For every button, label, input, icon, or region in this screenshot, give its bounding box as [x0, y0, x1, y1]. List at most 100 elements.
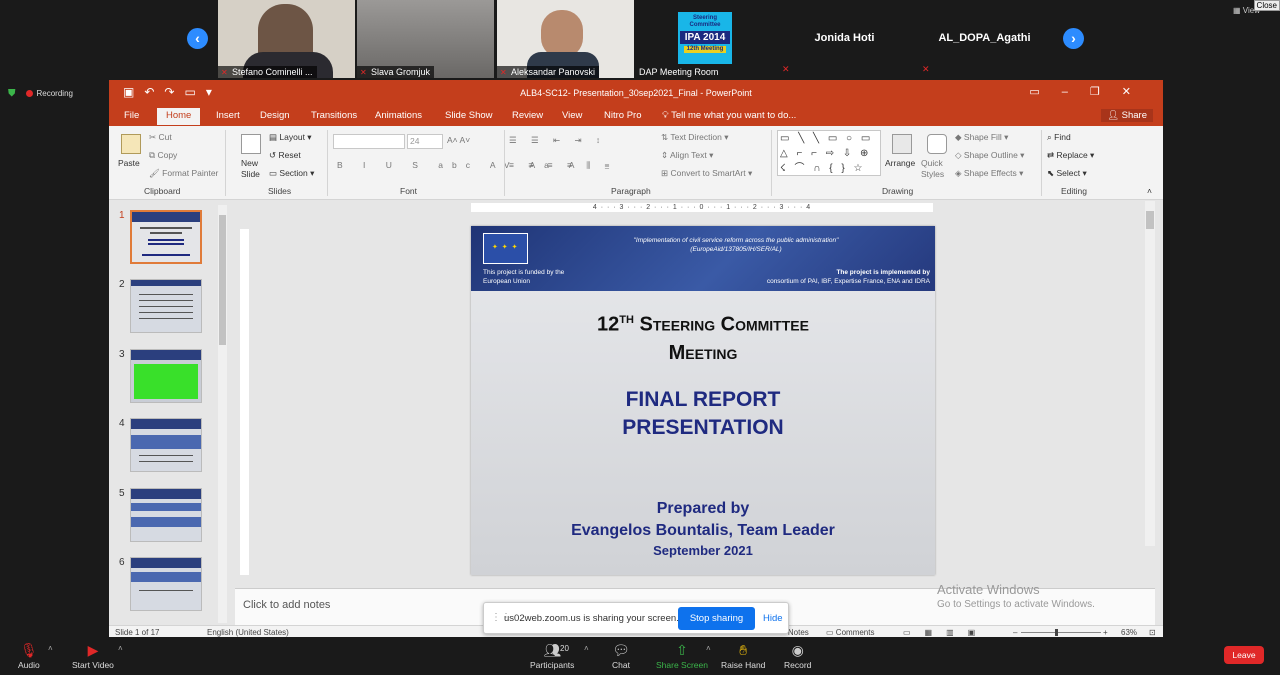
replace-button[interactable]: ⇄ Replace ▾ [1047, 150, 1094, 161]
reset-button[interactable]: ↺ Reset [269, 150, 301, 161]
paste-button[interactable]: Paste [118, 158, 140, 168]
button-label: Start Video [72, 660, 114, 670]
share-screen-button[interactable]: ⇧ Share Screen [656, 640, 708, 670]
tab-insert[interactable]: Insert [216, 110, 240, 121]
participant-name: AL_DOPA_Agathi [938, 32, 1031, 44]
layout-button[interactable]: ▤ Layout ▾ [269, 132, 312, 143]
share-button[interactable]: 👤︎ Share [1100, 109, 1153, 122]
tab-nitro-pro[interactable]: Nitro Pro [604, 110, 641, 121]
slide-title: 12TH Steering Committee Meeting [471, 306, 935, 367]
hide-banner-button[interactable]: Hide [763, 613, 783, 624]
close-button[interactable]: Close [1253, 0, 1280, 11]
minimize-icon[interactable]: – [1062, 86, 1090, 98]
zoom-level[interactable]: 63% [1121, 628, 1137, 637]
thumbnail-header [131, 280, 201, 286]
shape-fill-button[interactable]: ◆ Shape Fill ▾ [955, 132, 1008, 143]
raise-hand-button[interactable]: ✋︎ Raise Hand [721, 640, 765, 670]
zoom-in-icon[interactable]: + [1103, 628, 1108, 637]
start-video-button[interactable]: ▶︎ Start Video [72, 640, 114, 670]
convert-smartart-button[interactable]: ⊞ Convert to SmartArt ▾ [661, 168, 752, 179]
current-slide[interactable]: "Implementation of civil service reform … [471, 226, 935, 575]
font-size-field[interactable]: 24 [407, 134, 443, 149]
collapse-ribbon-icon[interactable]: ˄ [1147, 186, 1152, 196]
tab-design[interactable]: Design [260, 110, 290, 121]
record-icon: ◉ [791, 642, 804, 658]
slide-thumbnail[interactable] [130, 557, 202, 611]
find-button[interactable]: ⌕ Find [1047, 132, 1071, 143]
chevron-up-icon[interactable]: ˄ [48, 644, 53, 653]
restore-icon[interactable]: ❐ [1090, 86, 1122, 98]
chevron-up-icon[interactable]: ˄ [706, 644, 711, 653]
chat-button[interactable]: 💬︎ Chat [612, 640, 630, 670]
participant-tile[interactable]: Jonida Hoti ✕ [776, 0, 913, 78]
title-text: Meeting [668, 341, 738, 364]
tab-animations[interactable]: Animations [375, 110, 422, 121]
view-buttons[interactable]: ▭▦▥▣ [903, 628, 989, 637]
tab-view[interactable]: View [562, 110, 582, 121]
format-painter-button[interactable]: 🖌︎ Format Painter [149, 168, 218, 179]
ribbon-display-icon[interactable]: ▭ [1029, 86, 1061, 98]
title-suffix: TH [619, 314, 634, 326]
slide-thumbnail[interactable] [130, 279, 202, 333]
align-buttons[interactable]: ≡ ≡ ≡ ≡ ⫼ ≣ [509, 160, 616, 171]
select-button[interactable]: ⬉ Select ▾ [1047, 168, 1087, 179]
stop-sharing-button[interactable]: Stop sharing [678, 607, 755, 630]
powerpoint-window: ▣↶↷▭▾ ALB4-SC12- Presentation_30sep2021_… [109, 80, 1163, 637]
cut-button[interactable]: ✂ Cut [149, 132, 172, 143]
participant-tile[interactable]: ✕ Stefano Cominelli ... [218, 0, 355, 78]
arrange-button[interactable]: Arrange [885, 158, 915, 168]
group-separator [771, 130, 772, 196]
chevron-up-icon[interactable]: ˄ [584, 644, 589, 653]
subtitle-line: FINAL REPORT [625, 388, 781, 411]
align-text-button[interactable]: ⇕ Align Text ▾ [661, 150, 713, 161]
new-slide-button[interactable]: New Slide [241, 158, 267, 180]
zoom-slider-handle[interactable] [1055, 629, 1058, 636]
thumbnail-text [139, 461, 193, 462]
zoom-slider[interactable] [1021, 629, 1101, 636]
slide-thumbnail[interactable] [130, 418, 202, 472]
shape-outline-button[interactable]: ◇ Shape Outline ▾ [955, 150, 1024, 161]
text-direction-icon: ⇅ [661, 132, 669, 142]
shapes-gallery[interactable]: ▭ ╲ ╲ ▭ ○ ▭ △ ⌐ ⌐ ⇨ ⇩ ⊕ ☇ ⌒ ∩ { } ☆ [777, 130, 881, 176]
language-indicator[interactable]: English (United States) [207, 628, 289, 637]
audio-button[interactable]: 🎙︎ Audio [18, 640, 40, 670]
comments-toggle[interactable]: ▭ Comments [826, 628, 874, 637]
participant-tile[interactable]: ✕ Aleksandar Panovski [497, 0, 634, 78]
fit-slide-icon[interactable]: ⊡ [1149, 628, 1156, 637]
record-button[interactable]: ◉ Record [784, 640, 811, 670]
text-direction-button[interactable]: ⇅ Text Direction ▾ [661, 132, 728, 143]
tab-transitions[interactable]: Transitions [311, 110, 357, 121]
prev-page-icon[interactable]: ‹ [187, 28, 208, 49]
zoom-out-icon[interactable]: – [1013, 628, 1017, 637]
slide-thumbnail[interactable] [130, 210, 202, 264]
slide-thumbnail[interactable] [130, 488, 202, 542]
author-name: Evangelos Bountalis, Team Leader [571, 522, 835, 539]
tell-me-search[interactable]: 💡︎ Tell me what you want to do... [662, 110, 796, 121]
participant-tile[interactable]: ✕ Slava Gromjuk [357, 0, 494, 78]
participants-button[interactable]: 👥︎ 20 Participants [530, 640, 574, 670]
tab-home[interactable]: Home [157, 108, 201, 125]
chevron-up-icon[interactable]: ˄ [118, 644, 123, 653]
participant-tile[interactable]: AL_DOPA_Agathi ✕ [916, 0, 1053, 78]
scrollbar-thumb[interactable] [1146, 211, 1154, 229]
quick-styles-button[interactable]: Quick Styles [921, 158, 951, 180]
list-buttons[interactable]: ☰ ☰ ⇤ ⇥ ↕ [509, 135, 606, 146]
close-icon[interactable]: ✕ [1122, 86, 1153, 98]
shape-effects-button[interactable]: ◈ Shape Effects ▾ [955, 168, 1023, 179]
leave-button[interactable]: Leave [1224, 646, 1264, 664]
button-label: Raise Hand [721, 660, 766, 670]
participant-tile[interactable]: Steering Committee IPA 2014 12th Meeting… [636, 0, 773, 78]
copy-button[interactable]: ⧉ Copy [149, 150, 177, 161]
scrollbar-thumb[interactable] [219, 215, 226, 345]
slide-thumbnail[interactable] [130, 349, 202, 403]
font-name-field[interactable] [333, 134, 405, 149]
next-page-icon[interactable]: › [1063, 28, 1084, 49]
tab-review[interactable]: Review [512, 110, 543, 121]
recording-indicator[interactable]: ⛊ Recording [8, 88, 73, 99]
font-grow-shrink[interactable]: A˄ A˅ [447, 135, 470, 145]
thumbnail-scrollbar[interactable] [218, 205, 227, 623]
tab-file[interactable]: File [124, 110, 139, 121]
tab-slide-show[interactable]: Slide Show [445, 110, 493, 121]
section-button[interactable]: ▭ Section ▾ [269, 168, 314, 179]
editor-scrollbar[interactable] [1145, 201, 1155, 546]
